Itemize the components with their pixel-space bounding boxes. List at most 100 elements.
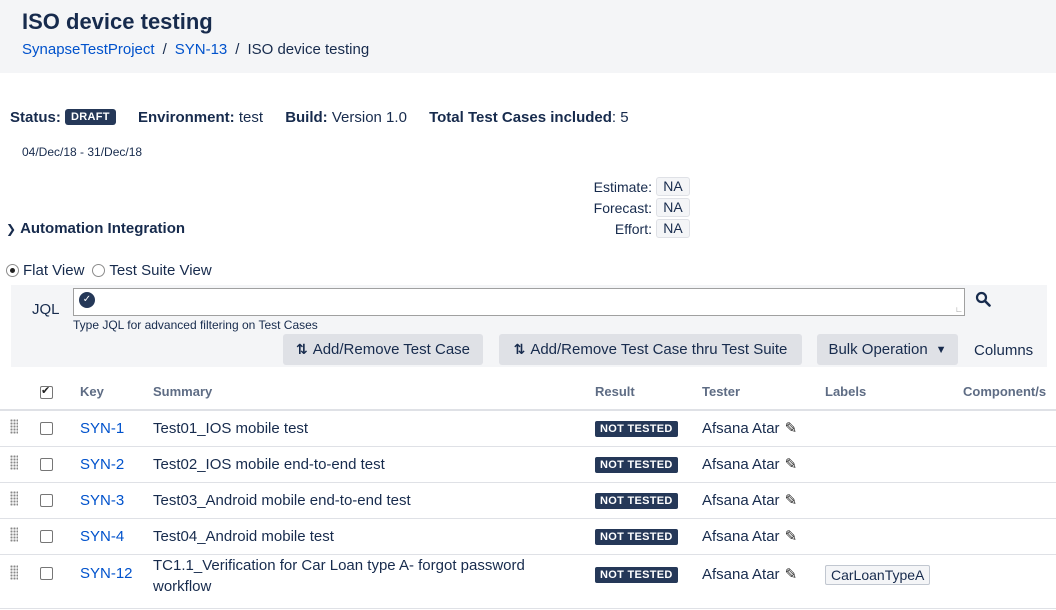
test-case-key-link[interactable]: SYN-3 <box>80 492 124 509</box>
page-title: ISO device testing <box>22 9 213 34</box>
pencil-icon[interactable]: ✎ <box>785 419 798 437</box>
row-checkbox[interactable] <box>40 422 53 436</box>
result-badge[interactable]: NOT TESTED <box>595 457 678 473</box>
suite-view-radio[interactable] <box>92 264 106 277</box>
column-components[interactable]: Component/s <box>963 374 1056 411</box>
breadcrumb-current: ISO device testing <box>247 41 370 58</box>
test-case-key-link[interactable]: SYN-4 <box>80 528 124 545</box>
test-case-summary: TC1.1_Verification for Car Loan type A- … <box>153 554 595 609</box>
jql-label: JQL <box>32 301 60 318</box>
column-summary[interactable]: Summary <box>153 374 595 411</box>
button-label: Bulk Operation <box>828 341 928 358</box>
resize-handle-icon[interactable]: ∟ <box>955 305 963 314</box>
add-remove-test-case-button[interactable]: ⇅ Add/Remove Test Case <box>283 334 483 365</box>
metric-label: Estimate: <box>593 178 652 195</box>
breadcrumb-project-link[interactable]: SynapseTestProject <box>22 41 155 58</box>
button-label: Add/Remove Test Case <box>312 341 471 358</box>
pencil-icon[interactable]: ✎ <box>785 491 798 509</box>
flat-view-radio[interactable] <box>6 264 19 277</box>
table-header-row: Key Summary Result Tester Labels Compone… <box>0 374 1056 411</box>
breadcrumb: SynapseTestProject / SYN-13/ISO device tes… <box>22 41 370 58</box>
total-label: Total Test Cases included <box>429 109 612 126</box>
components-cell <box>963 410 1056 447</box>
row-checkbox[interactable] <box>40 494 53 508</box>
automation-integration-toggle[interactable]: ❯ Automation Integration <box>6 220 185 237</box>
column-key[interactable]: Key <box>80 374 153 411</box>
check-circle-icon: ✓ <box>79 292 95 308</box>
drag-handle-icon[interactable] <box>10 526 18 542</box>
column-tester[interactable]: Tester <box>702 374 825 411</box>
pencil-icon[interactable]: ✎ <box>785 565 798 583</box>
row-checkbox[interactable] <box>40 567 53 581</box>
metric-forecast: Forecast: NA <box>560 197 690 218</box>
test-case-key-link[interactable]: SYN-12 <box>80 565 133 582</box>
column-labels[interactable]: Labels <box>825 374 963 411</box>
view-toggle: Flat View Test Suite View <box>6 262 220 279</box>
jql-input[interactable]: ✓ ∟ <box>73 288 965 316</box>
pencil-icon[interactable]: ✎ <box>785 455 798 473</box>
result-badge[interactable]: NOT TESTED <box>595 566 678 583</box>
chevron-right-icon: ❯ <box>6 222 17 236</box>
metric-label: Forecast: <box>593 199 652 216</box>
metrics-panel: Estimate: NA Forecast: NA Effort: NA <box>560 176 690 239</box>
page-header: ISO device testing SynapseTestProject / SY… <box>0 0 1056 73</box>
select-all-checkbox[interactable] <box>40 384 53 400</box>
status-label: Status: <box>10 109 61 126</box>
tester-name: Afsana Atar <box>702 456 780 473</box>
metric-value: NA <box>656 177 690 196</box>
flat-view-option[interactable]: Flat View <box>6 262 84 279</box>
build-label: Build: <box>285 109 328 126</box>
column-result[interactable]: Result <box>595 374 702 411</box>
search-icon[interactable] <box>975 291 991 307</box>
pencil-icon[interactable]: ✎ <box>785 527 798 545</box>
test-case-summary: Test01_IOS mobile test <box>153 410 595 447</box>
metric-effort: Effort: NA <box>560 218 690 239</box>
tester-name: Afsana Atar <box>702 420 780 438</box>
add-remove-thru-suite-button[interactable]: ⇅ Add/Remove Test Case thru Test Suite <box>499 334 802 365</box>
result-badge[interactable]: NOT TESTED <box>595 493 678 509</box>
table-row: SYN-2 Test02_IOS mobile end-to-end test … <box>0 446 1056 483</box>
swap-arrows-icon: ⇅ <box>295 341 308 357</box>
result-badge[interactable]: NOT TESTED <box>595 421 678 438</box>
jql-panel: JQL ✓ ∟ Type JQL for advanced filtering … <box>11 285 1047 367</box>
drag-handle-icon[interactable] <box>10 454 18 470</box>
table-row: SYN-3 Test03_Android mobile end-to-end t… <box>0 482 1056 519</box>
status-badge: DRAFT <box>65 109 116 125</box>
automation-label: Automation Integration <box>20 220 186 237</box>
status-line: Status: DRAFT Environment: test Build: V… <box>10 109 647 126</box>
table-row: SYN-12 TC1.1_Verification for Car Loan t… <box>0 554 1056 609</box>
table-row: SYN-1 Test01_IOS mobile test NOT TESTED … <box>0 410 1056 447</box>
test-case-summary: Test03_Android mobile end-to-end test <box>153 482 595 519</box>
drag-handle-icon[interactable] <box>10 564 18 580</box>
test-case-summary: Test04_Android mobile test <box>153 518 595 555</box>
jql-hint: Type JQL for advanced filtering on Test … <box>73 318 318 332</box>
drag-handle-icon[interactable] <box>10 490 18 506</box>
breadcrumb-issue-link[interactable]: SYN-13 <box>175 41 228 58</box>
drag-handle-icon[interactable] <box>10 418 18 434</box>
suite-view-option[interactable]: Test Suite View <box>92 262 212 279</box>
suite-view-label: Test Suite View <box>109 262 212 279</box>
tester-name: Afsana Atar <box>702 565 780 583</box>
metric-value: NA <box>656 198 690 217</box>
columns-button[interactable]: Columns <box>974 342 1033 359</box>
environment-value: test <box>238 109 264 126</box>
test-case-key-link[interactable]: SYN-1 <box>80 420 124 437</box>
date-range: 04/Dec/18 - 31/Dec/18 <box>22 145 143 159</box>
swap-arrows-icon: ⇅ <box>513 341 526 357</box>
metric-estimate: Estimate: NA <box>560 176 690 197</box>
table-row: SYN-4 Test04_Android mobile test NOT TES… <box>0 518 1056 555</box>
button-label: Add/Remove Test Case thru Test Suite <box>530 341 788 358</box>
components-cell <box>963 518 1056 555</box>
test-case-key-link[interactable]: SYN-2 <box>80 456 124 473</box>
bulk-operation-button[interactable]: Bulk Operation ▼ <box>817 334 958 365</box>
chevron-down-icon: ▼ <box>935 343 947 356</box>
label-chip[interactable]: CarLoanTypeA <box>825 564 931 585</box>
test-case-table: Key Summary Result Tester Labels Compone… <box>0 374 1056 609</box>
components-cell <box>963 482 1056 519</box>
environment-label: Environment: <box>137 109 235 126</box>
row-checkbox[interactable] <box>40 458 53 472</box>
components-cell <box>963 554 1056 609</box>
row-checkbox[interactable] <box>40 530 53 544</box>
result-badge[interactable]: NOT TESTED <box>595 529 678 545</box>
build-value: Version 1.0 <box>331 109 407 126</box>
